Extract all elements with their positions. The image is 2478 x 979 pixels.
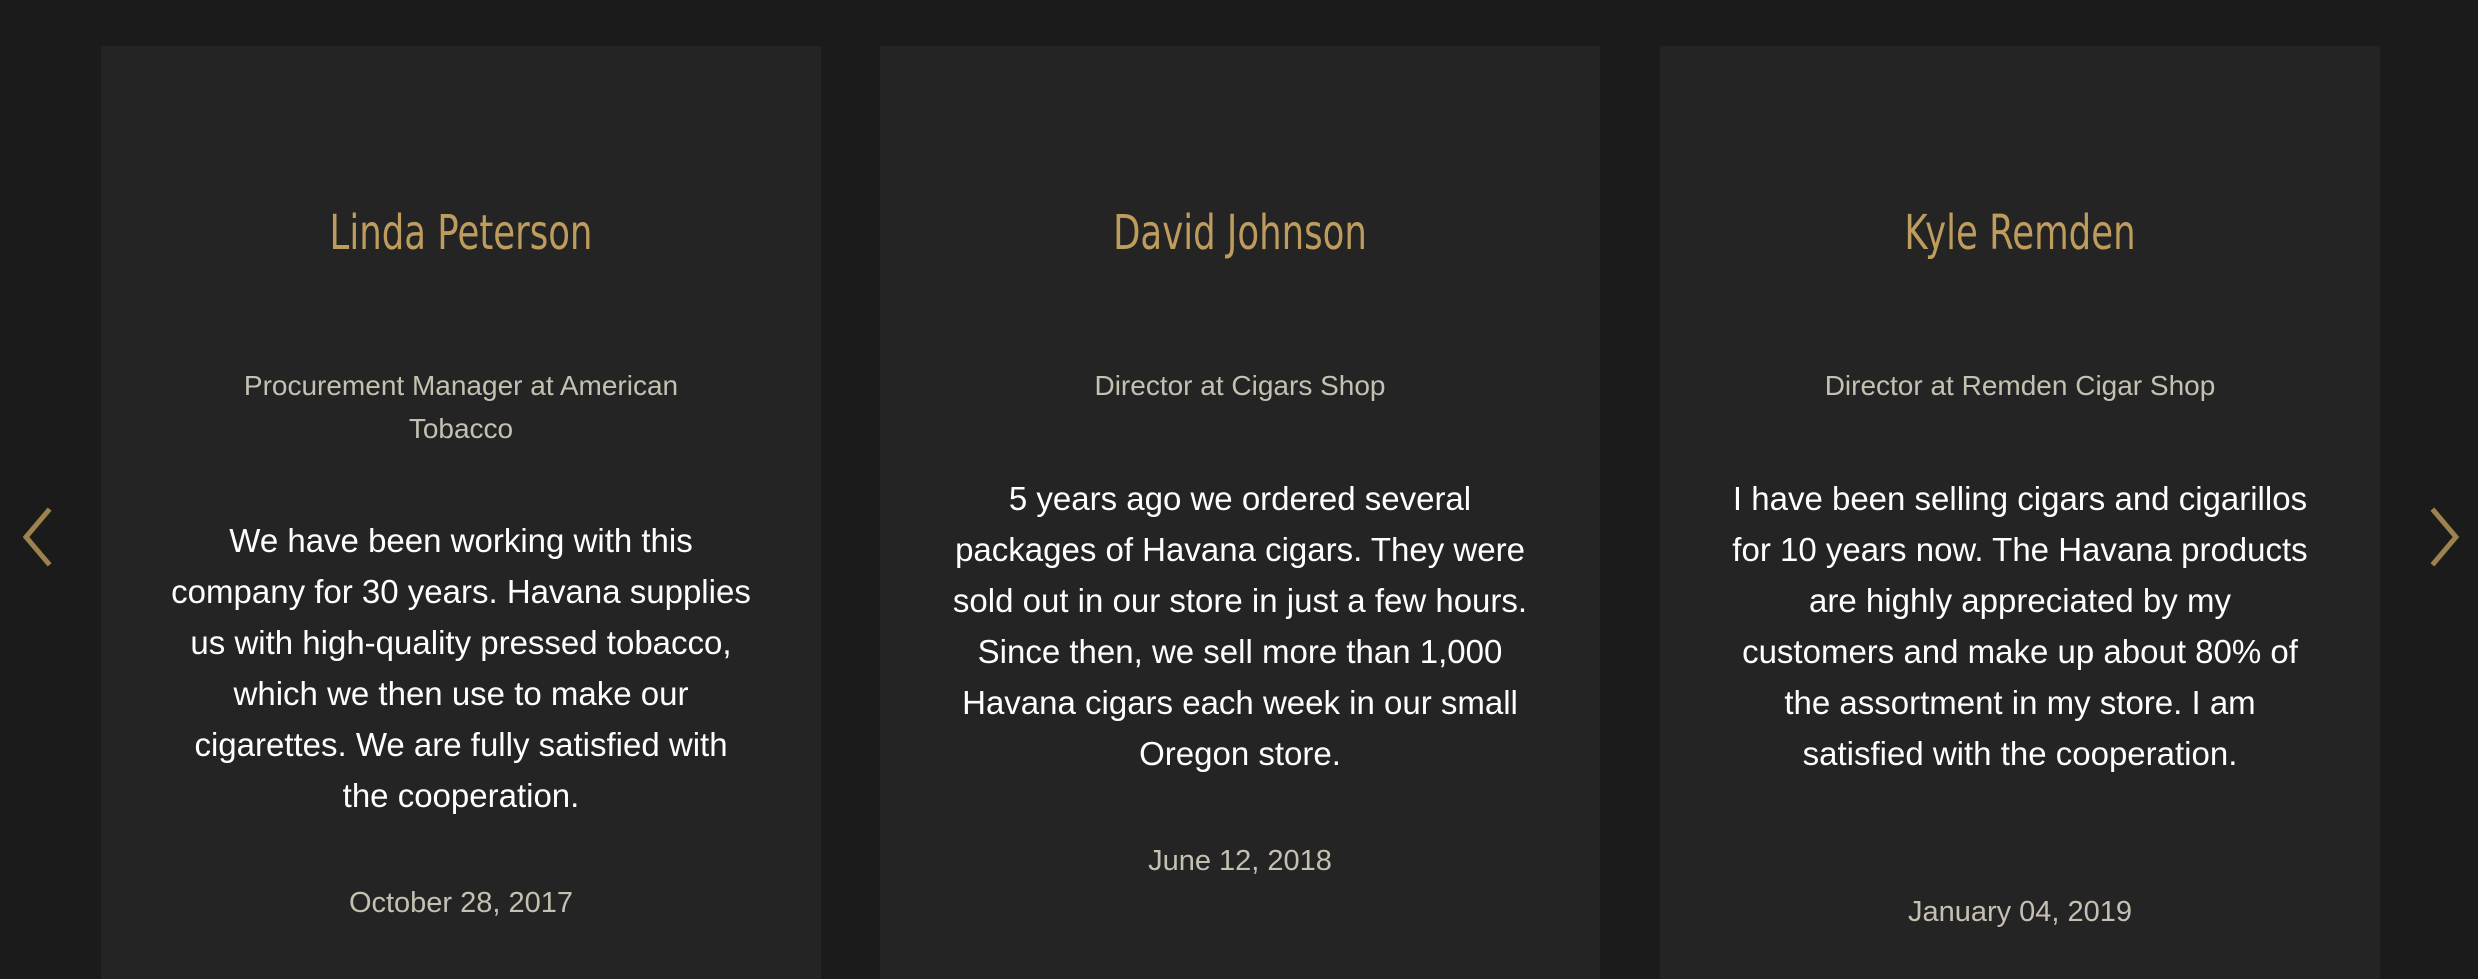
- testimonial-quote: We have been working with this company f…: [171, 522, 751, 814]
- chevron-left-icon: [22, 507, 52, 567]
- testimonials-slider: Linda Peterson Procurement Manager at Am…: [0, 0, 2478, 979]
- testimonial-card: David Johnson Director at Cigars Shop 5 …: [880, 46, 1600, 979]
- chevron-right-icon: [2430, 507, 2460, 567]
- next-arrow-button[interactable]: [2424, 505, 2464, 569]
- testimonial-name: David Johnson: [1113, 205, 1367, 261]
- testimonial-name: Linda Peterson: [329, 205, 593, 261]
- testimonial-card: Kyle Remden Director at Remden Cigar Sho…: [1660, 46, 2380, 979]
- testimonial-quote: 5 years ago we ordered several packages …: [952, 480, 1528, 772]
- testimonial-date: January 04, 2019: [1907, 896, 2133, 928]
- testimonial-quote: I have been selling cigars and cigarillo…: [1732, 480, 2308, 772]
- testimonial-date: October 28, 2017: [348, 887, 574, 919]
- testimonial-position: Director at Remden Cigar Shop: [1824, 370, 2216, 401]
- testimonial-card: Linda Peterson Procurement Manager at Am…: [101, 46, 821, 979]
- testimonial-position: Director at Cigars Shop: [1094, 370, 1386, 401]
- testimonial-name: Kyle Remden: [1904, 205, 2136, 261]
- testimonial-date: June 12, 2018: [1148, 845, 1332, 877]
- prev-arrow-button[interactable]: [18, 505, 58, 569]
- testimonial-position: Procurement Manager at American Tobacco: [243, 370, 679, 444]
